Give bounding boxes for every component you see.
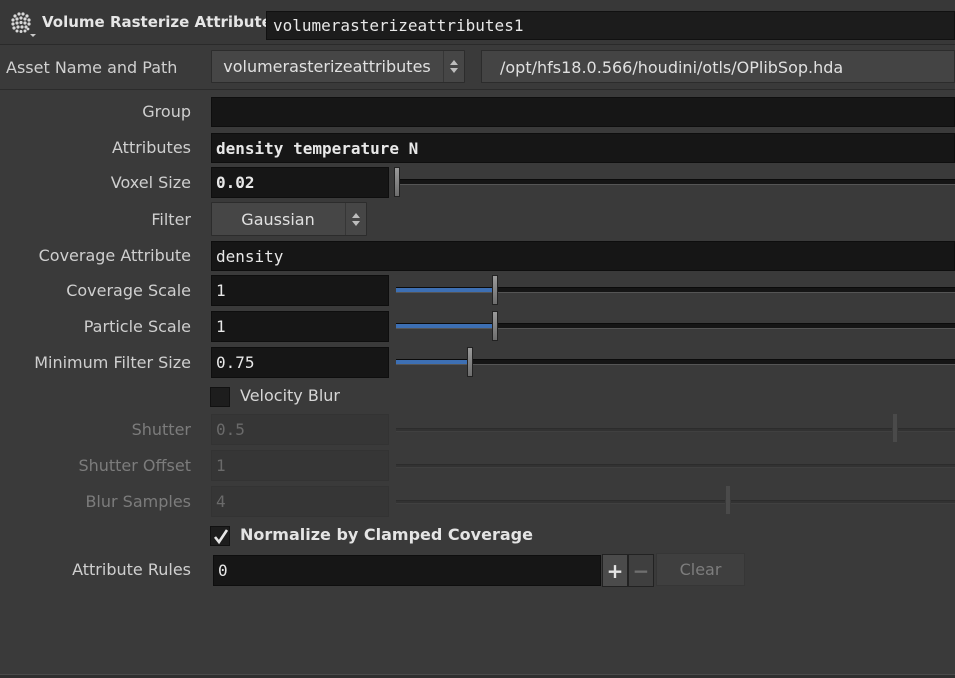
attributes-label: Attributes (112, 138, 191, 157)
velocity-blur-checkbox[interactable] (210, 387, 230, 407)
particle-scale-slider-handle[interactable] (492, 311, 498, 341)
asset-name-menu[interactable]: volumerasterizeattributes (211, 50, 465, 83)
remove-rule-button[interactable]: − (628, 554, 654, 587)
particle-scale-field[interactable]: 1 (211, 311, 389, 342)
velocity-blur-label: Velocity Blur (240, 386, 340, 405)
particle-scale-label: Particle Scale (83, 317, 191, 336)
particle-scale-slider-track[interactable] (396, 323, 955, 329)
minimum-filter-size-slider-fill (396, 360, 469, 364)
attributes-field[interactable]: density temperature N (211, 133, 955, 163)
shutter-offset-field[interactable]: 1 (211, 450, 389, 481)
coverage-scale-slider-handle[interactable] (492, 275, 498, 305)
group-label: Group (142, 102, 191, 121)
group-field[interactable] (211, 97, 955, 127)
blur-samples-label: Blur Samples (85, 492, 191, 511)
voxel-size-field[interactable]: 0.02 (211, 167, 389, 198)
filter-menu[interactable]: Gaussian (211, 202, 367, 236)
minus-icon: − (632, 558, 650, 583)
coverage-scale-slider-track[interactable] (396, 287, 955, 293)
blur-samples-slider-track[interactable] (396, 500, 955, 504)
minimum-filter-size-slider-handle[interactable] (467, 347, 473, 377)
add-rule-button[interactable]: + (602, 554, 628, 587)
minimum-filter-size-slider-track[interactable] (396, 359, 955, 365)
particle-scale-slider-fill (396, 324, 495, 328)
clear-button[interactable]: Clear (656, 553, 745, 586)
voxel-size-slider-track[interactable] (396, 179, 955, 185)
minimum-filter-size-field[interactable]: 0.75 (211, 347, 389, 378)
coverage-attribute-label: Coverage Attribute (38, 246, 191, 265)
node-type-label: Volume Rasterize Attributes (42, 13, 281, 31)
shutter-field[interactable]: 0.5 (211, 414, 389, 445)
attribute-rules-label: Attribute Rules (72, 560, 191, 579)
voxel-size-label: Voxel Size (110, 173, 191, 192)
attribute-rules-field[interactable]: 0 (213, 555, 601, 586)
voxel-size-slider-handle[interactable] (394, 167, 400, 197)
coverage-scale-label: Coverage Scale (66, 281, 191, 300)
plus-icon: + (606, 558, 624, 583)
asset-name-and-path-label: Asset Name and Path (6, 58, 178, 77)
shutter-offset-label: Shutter Offset (78, 456, 191, 475)
shutter-offset-slider-track[interactable] (396, 464, 955, 468)
normalize-checkbox[interactable] (210, 526, 230, 546)
normalize-label: Normalize by Clamped Coverage (240, 525, 533, 544)
checkmark-icon (213, 529, 229, 545)
blur-samples-slider-handle[interactable] (725, 485, 731, 515)
coverage-scale-field[interactable]: 1 (211, 275, 389, 306)
filter-label: Filter (151, 210, 191, 229)
asset-path-field[interactable]: /opt/hfs18.0.566/houdini/otls/OPlibSop.h… (481, 50, 955, 83)
shutter-slider-track[interactable] (396, 428, 955, 432)
bottom-divider (0, 674, 955, 678)
filter-menu-label: Gaussian (241, 209, 315, 229)
minimum-filter-size-label: Minimum Filter Size (34, 353, 191, 372)
node-type-icon[interactable] (6, 8, 36, 38)
coverage-attribute-field[interactable]: density (211, 241, 955, 271)
updown-arrow-icon (443, 51, 464, 82)
shutter-label: Shutter (131, 420, 191, 439)
divider (0, 89, 955, 90)
updown-arrow-icon (345, 203, 366, 235)
coverage-scale-slider-fill (396, 288, 495, 292)
node-name-field[interactable]: volumerasterizeattributes1 (266, 11, 955, 40)
shutter-slider-handle[interactable] (892, 413, 898, 443)
blur-samples-field[interactable]: 4 (211, 486, 389, 517)
asset-name-menu-label: volumerasterizeattributes (223, 57, 431, 76)
